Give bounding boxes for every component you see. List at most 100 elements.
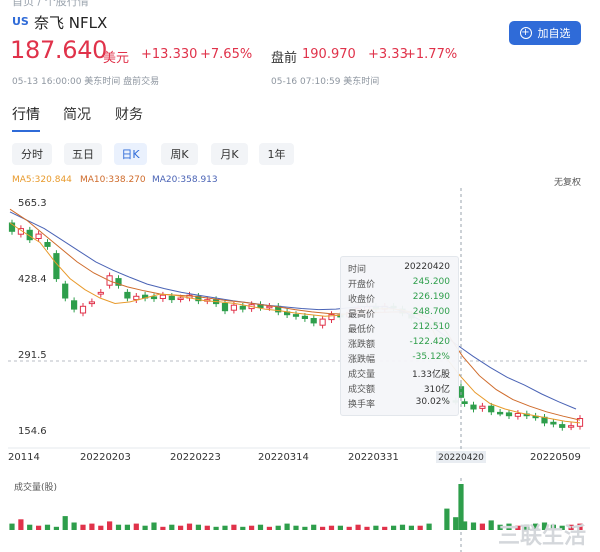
volume-bar (275, 525, 281, 530)
candle-up (266, 305, 273, 309)
volume-bar (311, 524, 317, 530)
volume-bar (462, 521, 468, 530)
volume-bar (160, 526, 166, 530)
volume-bar (284, 523, 290, 530)
period-weekly-k[interactable]: 周K (161, 143, 198, 165)
volume-bar (399, 524, 406, 530)
candle-up (35, 233, 42, 239)
volume-bar (53, 526, 59, 530)
period-1year[interactable]: 1年 (259, 143, 294, 165)
volume-bar (115, 524, 122, 530)
ma5-line (9, 222, 581, 424)
candle-down (470, 404, 477, 410)
candle-up (479, 405, 486, 409)
volume-bar (320, 526, 326, 530)
tooltip-row-high: 最高价 248.700 (348, 307, 450, 320)
candle-up (514, 413, 521, 417)
volume-bar (391, 525, 397, 530)
candle-down (310, 318, 317, 324)
volume-bar (204, 525, 210, 530)
volume-bar (373, 525, 379, 530)
watermark: 三联生活 (498, 524, 587, 549)
volume-bar (426, 523, 432, 530)
volume-bar (355, 524, 361, 530)
x-axis-labels: 20114 20220203 20220223 20220314 20220331 202… (8, 452, 581, 463)
x-tick-label: 20220331 (348, 452, 399, 463)
volume-bar (453, 517, 459, 530)
volume-bar (337, 525, 343, 530)
candle-up (97, 291, 104, 295)
period-intraday[interactable]: 分时 (12, 143, 52, 165)
volume-bar (293, 525, 299, 530)
candle-down (292, 314, 300, 317)
add-watchlist-button[interactable]: + 加自选 (509, 21, 581, 45)
tooltip-row-volume: 成交量 1.33亿股 (348, 370, 450, 380)
premarket-label: 盘前 (271, 51, 298, 66)
x-tick-label: 20220509 (530, 452, 581, 463)
market-badge: US (12, 15, 29, 28)
ma20-line (9, 211, 577, 410)
candle-down (150, 296, 158, 300)
volume-bar (257, 524, 264, 530)
price-change-pct: +7.65% (200, 47, 253, 62)
ma5-legend: MA5:320.844 (12, 175, 72, 185)
volume-bar (27, 524, 33, 530)
volume-bar (178, 525, 184, 530)
volume-bar (195, 524, 201, 530)
period-5day[interactable]: 五日 (64, 143, 102, 165)
crosshair-date: 20220420 (438, 453, 484, 463)
plus-icon: + (519, 27, 532, 39)
premarket-price: 190.970 (302, 47, 356, 62)
candle-down (71, 300, 78, 310)
volume-bar (266, 526, 272, 530)
active-tab-indicator (12, 130, 40, 132)
volume-bar (222, 525, 228, 530)
volume-bar (142, 525, 148, 530)
period-monthly-k[interactable]: 月K (211, 143, 248, 165)
premarket-time: 05-16 07:10:59 美东时间 (271, 77, 380, 87)
candle-down (62, 283, 69, 299)
premarket-change-pct: +1.77% (405, 47, 458, 62)
volume-bar (346, 526, 352, 530)
breadcrumb[interactable]: 首页 / 个股行情 (12, 0, 89, 9)
volume-bar (71, 522, 77, 530)
candle-up (230, 304, 238, 311)
candle-down (239, 305, 246, 310)
volume-bar (151, 522, 157, 530)
volume-bar (302, 526, 308, 530)
premarket-change: +3.33 (368, 47, 408, 62)
candle-down (559, 424, 566, 428)
candle-up (319, 318, 326, 326)
tab-quote[interactable]: 行情 (12, 104, 40, 124)
volume-bar (133, 523, 139, 530)
candle-down (505, 412, 513, 417)
volume-bar (89, 523, 95, 530)
stock-name: 奈飞 NFLX (34, 14, 108, 32)
kline-chart[interactable]: 565.3 428.4 291.5 154.6 20114 20220203 202202… (0, 188, 600, 478)
tooltip-row-change-pct: 涨跌幅 -35.12% (348, 352, 450, 365)
volume-bar (98, 525, 104, 530)
candle-down (461, 401, 468, 405)
volume-bar (249, 525, 255, 530)
candle-down (550, 421, 557, 425)
tooltip-row-open: 开盘价 245.200 (348, 277, 450, 290)
y-tick-label: 565.3 (18, 198, 47, 209)
ma10-legend: MA10:338.270 (80, 175, 146, 185)
candle-down (124, 291, 131, 299)
period-daily-k[interactable]: 日K (114, 143, 147, 165)
add-watchlist-label: 加自选 (537, 27, 571, 40)
candle-up (568, 425, 575, 428)
candle-down (488, 405, 495, 413)
candle-up (79, 305, 87, 314)
x-tick-label: 20220223 (170, 452, 221, 463)
adjust-toggle[interactable]: 无复权 (554, 175, 581, 188)
volume-bar (36, 525, 42, 530)
candle-up (133, 295, 140, 301)
tab-profile[interactable]: 简况 (63, 104, 91, 124)
x-tick-label: 20220203 (80, 452, 131, 463)
tooltip-row-turnover: 成交额 310亿 (348, 385, 450, 395)
tooltip-row-time: 时间 20220420 (348, 262, 450, 275)
candle-down (497, 411, 504, 415)
tab-finance[interactable]: 财务 (115, 104, 143, 124)
ma20-legend: MA20:358.913 (152, 175, 218, 185)
